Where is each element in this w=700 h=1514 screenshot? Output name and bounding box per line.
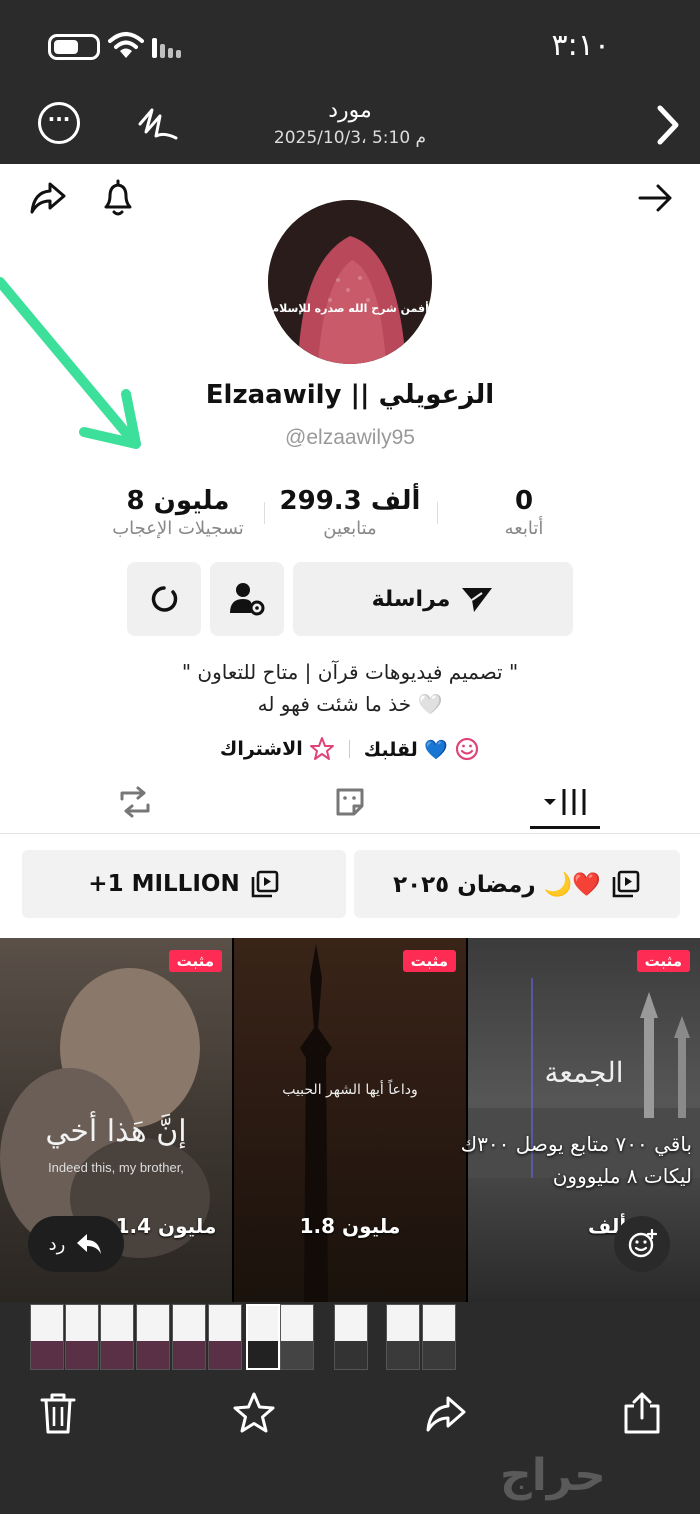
thumbnail-strip: [0, 1302, 700, 1374]
battery-icon: [48, 34, 100, 60]
sticker-icon: [336, 788, 363, 816]
caption-line: باقي ٧٠٠ متابع يوصل ٣٠٠ك: [460, 1132, 692, 1156]
arrow-right-icon[interactable]: [634, 176, 678, 220]
bell-icon[interactable]: [96, 176, 140, 220]
playlist-one-million[interactable]: +1 MILLION: [22, 850, 346, 918]
thumbnail[interactable]: [30, 1304, 64, 1370]
chevron-right-icon[interactable]: [652, 102, 682, 148]
smile-face-icon: [455, 737, 479, 761]
bio-line: خذ ما شئت فهو له 🤍: [257, 692, 443, 716]
bottom-toolbar: حراج: [0, 1374, 700, 1514]
tab-videos[interactable]: [448, 770, 681, 834]
active-tab-indicator: [530, 826, 600, 829]
export-icon[interactable]: [620, 1390, 664, 1436]
thumbnail[interactable]: [386, 1304, 420, 1370]
reply-label: رد: [48, 1233, 66, 1255]
star-icon[interactable]: [232, 1390, 276, 1436]
video-overlay-text: الجمعة: [544, 1056, 624, 1089]
viewer-subtitle: 2025/10/3، 5:10 م: [273, 128, 427, 148]
thumbnail[interactable]: [280, 1304, 314, 1370]
stat-number: 0: [514, 486, 534, 516]
playlist-label: رمضان ٢٠٢٥ 🌙❤️: [393, 871, 601, 898]
playlist-icon: [612, 870, 640, 898]
username: @elzaawily95: [285, 426, 415, 449]
status-time: ٣:١٠: [551, 28, 610, 63]
video-overlay-subtext: Indeed this, my brother,: [48, 1160, 184, 1175]
stat-followers[interactable]: 299.3 ألف متابعين: [250, 486, 450, 539]
view-count: 1.8 مليون: [299, 1214, 401, 1238]
playlist-ramadan[interactable]: رمضان ٢٠٢٥ 🌙❤️: [354, 850, 680, 918]
link-divider: [348, 740, 350, 758]
stat-number: 8 مليون: [126, 486, 230, 516]
caption-line: ليكات ٨ مليووون: [552, 1164, 692, 1188]
thumbnail[interactable]: [172, 1304, 206, 1370]
thumbnail[interactable]: [334, 1304, 368, 1370]
stat-number: 299.3 ألف: [279, 486, 421, 516]
thumbnail-active[interactable]: [246, 1304, 280, 1370]
display-name: Elzaawily || الزعويلي: [205, 380, 495, 410]
video-overlay-text: وداعاً أيها الشهر الحبيب: [282, 1082, 418, 1098]
message-button[interactable]: مراسلة: [293, 562, 573, 636]
stat-likes[interactable]: 8 مليون تسجيلات الإعجاب: [78, 486, 278, 539]
star-badge-icon: [309, 737, 334, 760]
emoji-plus-icon: [628, 1229, 657, 1258]
add-reaction-button[interactable]: [614, 1216, 670, 1272]
wifi-icon: [108, 32, 144, 58]
profile-settings-button[interactable]: [210, 562, 284, 636]
send-icon: [462, 588, 493, 612]
share-icon[interactable]: [26, 176, 70, 220]
pinned-badge: مثبت: [636, 950, 690, 972]
reply-arrow-icon: [77, 1234, 102, 1254]
thumbnail[interactable]: [65, 1304, 99, 1370]
stat-label: تسجيلات الإعجاب: [112, 518, 244, 539]
message-label: مراسلة: [371, 586, 451, 612]
tab-reposts[interactable]: [18, 770, 251, 834]
stat-following[interactable]: 0 أتابعه: [424, 486, 624, 539]
signal-icon: [152, 38, 184, 58]
pinned-badge: مثبت: [402, 950, 456, 972]
repost-icon: [120, 786, 149, 818]
trash-icon[interactable]: [36, 1390, 80, 1436]
tab-favorites[interactable]: [233, 770, 466, 834]
pinned-badge: مثبت: [168, 950, 222, 972]
link-label: لقلبك 💙: [363, 738, 449, 761]
video-overlay-text: إنَّ هَذا أخي: [45, 1114, 187, 1149]
link-label: الاشتراك: [219, 738, 303, 760]
reply-button[interactable]: رد: [28, 1216, 124, 1272]
status-bar: ٣:١٠: [0, 0, 700, 92]
stat-label: متابعين: [323, 518, 377, 539]
refresh-button[interactable]: [127, 562, 201, 636]
message-caption: باقي ٧٠٠ متابع يوصل ٣٠٠ك ليكات ٨ مليووون: [392, 1128, 692, 1192]
playlist-icon: [251, 870, 279, 898]
watermark-logo: حراج: [500, 1450, 606, 1501]
refresh-icon: [151, 586, 178, 612]
video-thumbnail[interactable]: وداعاً أيها الشهر الحبيب مثبت 1.8 مليون: [234, 938, 466, 1302]
avatar-caption: أفمن شرح الله صدره للإسلام: [271, 302, 429, 315]
grid-icon: [543, 789, 585, 815]
thumbnail[interactable]: [100, 1304, 134, 1370]
link-for-your-heart[interactable]: لقلبك 💙: [364, 736, 480, 762]
thumbnail[interactable]: [208, 1304, 242, 1370]
profile-links: الاشتراك لقلبك 💙: [0, 736, 700, 762]
link-subscribe[interactable]: الاشتراك: [220, 736, 335, 762]
bio-line: " تصميم فيديوهات قرآن | متاح للتعاون ": [181, 660, 519, 684]
minaret-image: [300, 944, 332, 1302]
viewer-title: مورد: [328, 98, 372, 123]
profile-tabs: [0, 770, 700, 834]
thumbnail[interactable]: [136, 1304, 170, 1370]
forward-icon[interactable]: [424, 1390, 468, 1436]
thumbnail[interactable]: [422, 1304, 456, 1370]
avatar[interactable]: أفمن شرح الله صدره للإسلام: [268, 200, 432, 364]
playlist-label: +1 MILLION: [88, 871, 240, 897]
stat-label: أتابعه: [504, 518, 544, 539]
viewer-header: ··· مورد 2025/10/3، 5:10 م: [0, 92, 700, 164]
user-gear-icon: [230, 583, 265, 616]
